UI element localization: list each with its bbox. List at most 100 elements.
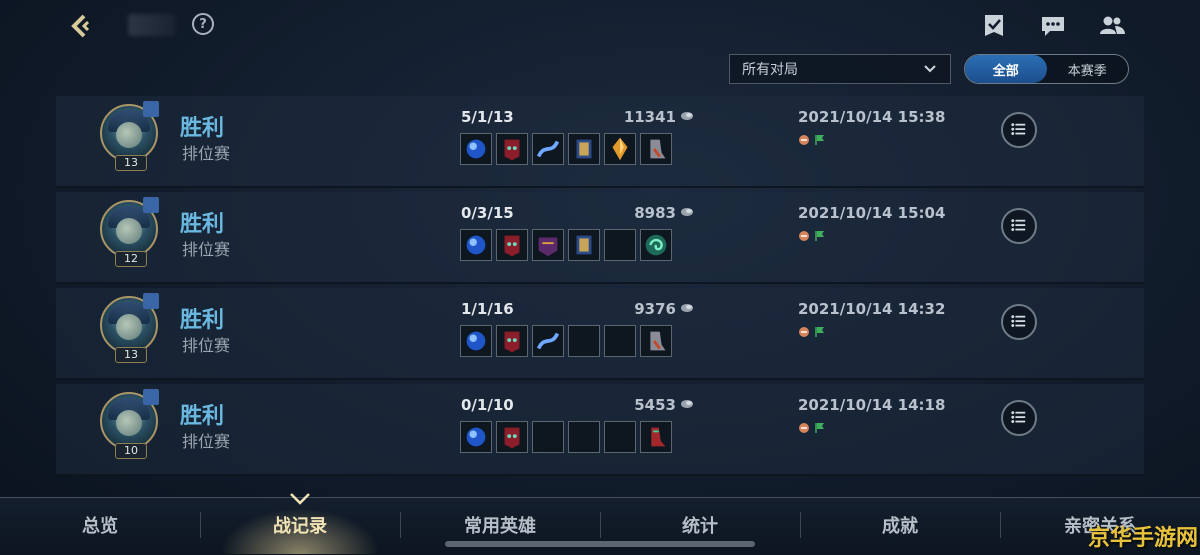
blue-orb-item-icon bbox=[460, 325, 492, 357]
hero-level-badge: 13 bbox=[115, 347, 147, 363]
blue-wand-item-icon bbox=[532, 133, 564, 165]
match-detail-list-icon[interactable] bbox=[1001, 304, 1037, 340]
toggle-all-button[interactable]: 全部 bbox=[965, 55, 1047, 83]
watermark: 京华手游网 bbox=[1088, 526, 1199, 551]
item-build bbox=[460, 229, 672, 261]
match-mode: 排位赛 bbox=[182, 432, 231, 451]
back-arrow-icon[interactable] bbox=[66, 10, 98, 42]
party-icon bbox=[143, 293, 159, 309]
summoner-spells bbox=[798, 422, 826, 434]
red-boots-item-icon bbox=[640, 421, 672, 453]
blue-tome-item-icon bbox=[568, 133, 600, 165]
friends-icon[interactable] bbox=[1098, 12, 1126, 40]
match-detail-list-icon[interactable] bbox=[1001, 208, 1037, 244]
match-filter-dropdown[interactable]: 所有对局 bbox=[729, 54, 951, 84]
gold-icon bbox=[681, 112, 693, 120]
match-mode: 排位赛 bbox=[182, 240, 231, 259]
chevron-down-icon bbox=[924, 65, 936, 73]
kda-score: 0/3/15 bbox=[461, 204, 514, 222]
kda-score: 5/1/13 bbox=[461, 108, 514, 126]
match-mode: 排位赛 bbox=[182, 336, 231, 355]
kda-score: 0/1/10 bbox=[461, 396, 514, 414]
spell-flash-icon bbox=[799, 135, 809, 145]
season-toggle: 全部 本赛季 bbox=[964, 54, 1129, 84]
match-mode: 排位赛 bbox=[182, 144, 231, 163]
spell-flash-icon bbox=[799, 423, 809, 433]
match-time: 2021/10/14 15:38 bbox=[798, 108, 946, 126]
checklist-icon[interactable] bbox=[980, 12, 1008, 40]
item-build bbox=[460, 133, 672, 165]
match-result: 胜利 bbox=[180, 212, 225, 237]
empty-item-slot bbox=[568, 421, 600, 453]
summoner-spells bbox=[798, 326, 826, 338]
home-indicator[interactable] bbox=[445, 541, 755, 547]
hero-face bbox=[116, 218, 142, 244]
teal-ward-item-icon bbox=[640, 229, 672, 261]
orange-crystal-item-icon bbox=[604, 133, 636, 165]
party-icon bbox=[143, 101, 159, 117]
hero-face bbox=[116, 410, 142, 436]
top-bar: ? bbox=[0, 0, 1200, 52]
gold-icon bbox=[681, 304, 693, 312]
red-mask-item-icon bbox=[496, 229, 528, 261]
empty-item-slot bbox=[604, 325, 636, 357]
red-mask-item-icon bbox=[496, 421, 528, 453]
gold-icon bbox=[681, 208, 693, 216]
empty-item-slot bbox=[568, 325, 600, 357]
match-result: 胜利 bbox=[180, 404, 225, 429]
item-build bbox=[460, 325, 672, 357]
purple-mask-item-icon bbox=[532, 229, 564, 261]
tab-overview[interactable]: 总览 bbox=[0, 512, 200, 538]
flag-icon bbox=[815, 423, 824, 433]
flag-icon bbox=[815, 327, 824, 337]
filter-selected-label: 所有对局 bbox=[742, 62, 798, 78]
match-detail-list-icon[interactable] bbox=[1001, 400, 1037, 436]
match-row[interactable]: 10 胜利 排位赛 0/1/10 5453 2021/10/14 14:18 bbox=[56, 384, 1144, 476]
blue-orb-item-icon bbox=[460, 133, 492, 165]
match-result: 胜利 bbox=[180, 116, 225, 141]
match-row[interactable]: 13 胜利 排位赛 1/1/16 9376 2021/10/14 14:32 bbox=[56, 288, 1144, 380]
flag-icon bbox=[815, 135, 824, 145]
match-row[interactable]: 12 胜利排位赛 0/3/15 8983 2021/10/14 15:04 bbox=[56, 192, 1144, 284]
chat-icon[interactable] bbox=[1039, 12, 1067, 40]
blue-orb-item-icon bbox=[460, 229, 492, 261]
hero-level-badge: 12 bbox=[115, 251, 147, 267]
blue-tome-item-icon bbox=[568, 229, 600, 261]
gold-amount: 5453 bbox=[634, 396, 676, 414]
gold-amount: 8983 bbox=[634, 204, 676, 222]
summoner-spells bbox=[798, 230, 826, 242]
kda-score: 1/1/16 bbox=[461, 300, 514, 318]
match-time: 2021/10/14 14:32 bbox=[798, 300, 946, 318]
hero-face bbox=[116, 122, 142, 148]
gold-amount: 11341 bbox=[623, 108, 676, 126]
gold-icon bbox=[681, 400, 693, 408]
empty-item-slot bbox=[604, 421, 636, 453]
hero-face bbox=[116, 314, 142, 340]
match-result: 胜利 bbox=[180, 308, 225, 333]
active-tab-arrow-icon bbox=[290, 493, 310, 505]
empty-item-slot bbox=[604, 229, 636, 261]
summoner-spells bbox=[798, 134, 826, 146]
tab-statistics[interactable]: 统计 bbox=[600, 512, 800, 538]
flag-icon bbox=[815, 231, 824, 241]
blue-orb-item-icon bbox=[460, 421, 492, 453]
toggle-current-season-button[interactable]: 本赛季 bbox=[1047, 55, 1129, 83]
grey-boots-item-icon bbox=[640, 325, 672, 357]
spell-flash-icon bbox=[799, 327, 809, 337]
match-time: 2021/10/14 14:18 bbox=[798, 396, 946, 414]
match-row[interactable]: 13 胜利排位赛 5/1/13 11341 2021/10/14 15:38 bbox=[56, 96, 1144, 188]
red-mask-item-icon bbox=[496, 325, 528, 357]
party-icon bbox=[143, 197, 159, 213]
blue-wand-item-icon bbox=[532, 325, 564, 357]
help-icon[interactable]: ? bbox=[192, 13, 214, 35]
tab-match-history[interactable]: 战记录 bbox=[200, 512, 400, 538]
empty-item-slot bbox=[532, 421, 564, 453]
spell-flash-icon bbox=[799, 231, 809, 241]
tab-achievements[interactable]: 成就 bbox=[800, 512, 1000, 538]
match-detail-list-icon[interactable] bbox=[1001, 112, 1037, 148]
grey-boots-item-icon bbox=[640, 133, 672, 165]
party-icon bbox=[143, 389, 159, 405]
tab-common-heroes[interactable]: 常用英雄 bbox=[400, 512, 600, 538]
hero-level-badge: 13 bbox=[115, 155, 147, 171]
match-time: 2021/10/14 15:04 bbox=[798, 204, 946, 222]
